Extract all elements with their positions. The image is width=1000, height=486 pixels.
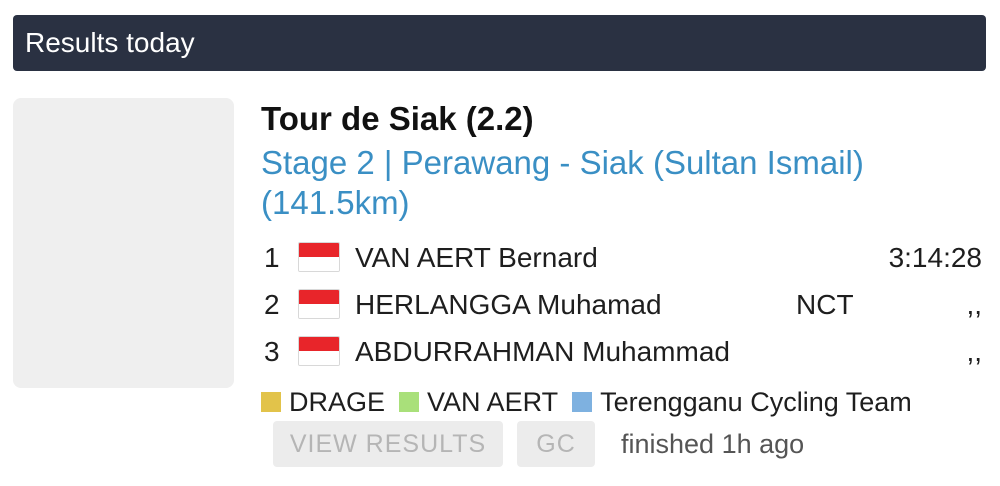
indonesia-flag-icon bbox=[298, 242, 340, 272]
rider-name[interactable]: VAN AERT Bernard bbox=[355, 238, 598, 278]
rider-name[interactable]: HERLANGGA Muhamad bbox=[355, 285, 662, 325]
legend-item: Terengganu Cycling Team bbox=[572, 387, 912, 418]
legend-label: DRAGE bbox=[289, 386, 386, 417]
legend-item: DRAGE bbox=[261, 387, 385, 418]
finish-status: finished 1h ago bbox=[621, 429, 805, 459]
result-time: ,, bbox=[966, 289, 982, 320]
result-position: 3 bbox=[264, 336, 280, 367]
view-results-button[interactable]: VIEW RESULTS bbox=[273, 421, 503, 467]
rider-name[interactable]: ABDURRAHMAN Muhammad bbox=[355, 332, 730, 372]
result-time: ,, bbox=[966, 336, 982, 367]
result-time: 3:14:28 bbox=[888, 242, 982, 273]
race-title[interactable]: Tour de Siak (2.2) bbox=[261, 100, 534, 138]
team-abbreviation[interactable]: NCT bbox=[796, 285, 854, 325]
legend-swatch bbox=[399, 392, 420, 412]
header-title: Results today bbox=[25, 27, 195, 58]
result-row[interactable]: 3 ABDURRAHMAN Muhammad ,, bbox=[0, 332, 1000, 372]
legend-item: VAN AERT bbox=[399, 387, 558, 418]
legend-swatch bbox=[261, 392, 281, 412]
result-row[interactable]: 2 HERLANGGA Muhamad NCT ,, bbox=[0, 285, 1000, 325]
result-position: 2 bbox=[264, 289, 280, 320]
result-position: 1 bbox=[264, 242, 280, 273]
indonesia-flag-icon bbox=[298, 336, 340, 366]
legend-label: Terengganu Cycling Team bbox=[600, 386, 912, 417]
stage-link[interactable]: Stage 2 | Perawang - Siak (Sultan Ismail… bbox=[261, 143, 951, 223]
gc-button[interactable]: GC bbox=[517, 421, 595, 467]
jersey-legend: DRAGE VAN AERT Terengganu Cycling Team bbox=[261, 384, 926, 420]
legend-swatch bbox=[572, 392, 593, 412]
results-today-header: Results today bbox=[13, 15, 986, 71]
indonesia-flag-icon bbox=[298, 289, 340, 319]
result-row[interactable]: 1 VAN AERT Bernard 3:14:28 bbox=[0, 238, 1000, 278]
legend-label: VAN AERT bbox=[427, 386, 559, 417]
